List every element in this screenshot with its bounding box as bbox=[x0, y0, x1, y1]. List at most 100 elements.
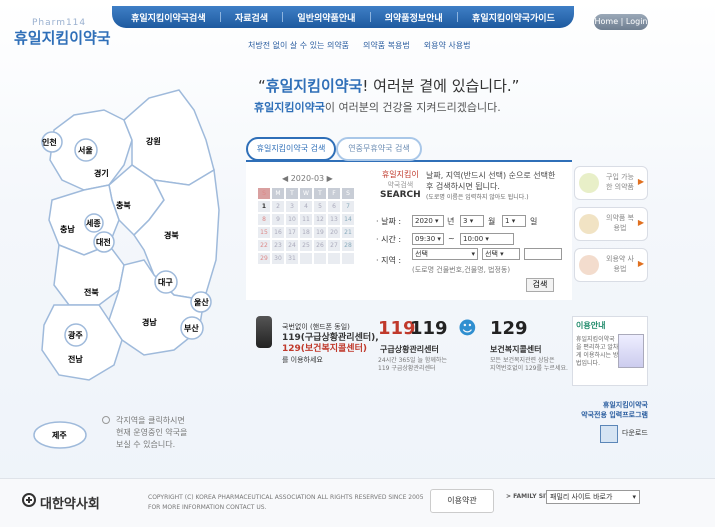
calendar-date[interactable]: 31 bbox=[286, 253, 298, 264]
otc-drugs-label: 구입 가능한 의약품 bbox=[606, 173, 634, 191]
129-logo-icon: ☻ bbox=[458, 318, 477, 339]
calendar-date[interactable]: 21 bbox=[342, 227, 354, 238]
headline-brand: 휴일지킴이약국 bbox=[265, 77, 363, 95]
region-select-1[interactable]: 선택 ▾ bbox=[412, 248, 478, 260]
calendar-date[interactable]: 25 bbox=[300, 240, 312, 251]
chevron-down-icon: ▾ bbox=[471, 250, 475, 258]
119-desc-line: 24시간 365일 늘 함께하는 bbox=[378, 357, 447, 364]
subnav-otc[interactable]: 처방전 없이 살 수 있는 의약품 bbox=[248, 40, 349, 51]
calendar-date[interactable]: 27 bbox=[328, 240, 340, 251]
subnav-external[interactable]: 외용약 사용법 bbox=[424, 40, 471, 51]
calendar-date[interactable]: 18 bbox=[300, 227, 312, 238]
calendar-date[interactable]: 19 bbox=[314, 227, 326, 238]
terms-button[interactable]: 이용약관 bbox=[430, 489, 494, 513]
calendar-date[interactable]: 5 bbox=[314, 201, 326, 212]
external-use-button[interactable]: 외용약 사용법 ▶ bbox=[574, 248, 648, 282]
tab-holiday-search[interactable]: 휴일지킴이약국 검색 bbox=[246, 137, 336, 161]
program-line: 약국전용 입력프로그램 bbox=[581, 411, 648, 419]
calendar-day-header: S bbox=[342, 188, 354, 199]
calendar-date[interactable]: 4 bbox=[300, 201, 312, 212]
family-site-select[interactable]: 패밀리 사이트 바로가 ▾ bbox=[546, 490, 640, 504]
medicine-icon bbox=[579, 214, 599, 234]
calendar-date[interactable]: 14 bbox=[342, 214, 354, 225]
address-hint: (도로명 건물번호,건물명, 법정동) bbox=[412, 266, 511, 274]
calendar-date[interactable]: 29 bbox=[258, 253, 270, 264]
calendar-date[interactable]: 3 bbox=[286, 201, 298, 212]
search-logo-line: 휴일지킴이 bbox=[381, 170, 419, 179]
map-label: 제주 bbox=[52, 430, 67, 440]
dosage-button[interactable]: 의약품 복용법 ▶ bbox=[574, 207, 648, 241]
map-label: 전남 bbox=[68, 354, 83, 364]
ointment-icon bbox=[579, 255, 599, 275]
calendar-day-header: M bbox=[272, 188, 284, 199]
day-select[interactable]: 1 ▾ bbox=[502, 215, 526, 227]
year-unit: 년 bbox=[447, 217, 455, 226]
map-label: 부산 bbox=[184, 323, 199, 333]
calendar-date[interactable]: 30 bbox=[272, 253, 284, 264]
calendar-date[interactable]: 7 bbox=[342, 201, 354, 212]
nav-item-search[interactable]: 휴일지킴이약국검색 bbox=[131, 11, 206, 24]
calendar-day-header: S bbox=[258, 188, 270, 199]
organization-name[interactable]: 대한약사회 bbox=[40, 493, 100, 512]
program-download[interactable]: 휴일지킴이약국 약국전용 입력프로그램 bbox=[580, 400, 648, 420]
calendar-date[interactable]: 9 bbox=[272, 214, 284, 225]
129-title: 보건복지콜센터 bbox=[490, 345, 542, 354]
address-input[interactable] bbox=[524, 248, 562, 260]
calendar-date[interactable]: 23 bbox=[272, 240, 284, 251]
download-icon[interactable] bbox=[600, 425, 618, 443]
calendar-date[interactable]: 1 bbox=[258, 201, 270, 212]
calendar-date[interactable]: 8 bbox=[258, 214, 270, 225]
usage-guide-desc: 휴일지킴이약국을 편리하고 알차게 이용하시는 방법입니다. bbox=[576, 336, 619, 367]
headline-quote: “ bbox=[258, 77, 266, 95]
nav-divider bbox=[282, 12, 284, 22]
calendar-date[interactable]: 10 bbox=[286, 214, 298, 225]
calendar-date[interactable]: 11 bbox=[300, 214, 312, 225]
day-value: 1 bbox=[505, 217, 510, 225]
calendar-date[interactable]: 2 bbox=[272, 201, 284, 212]
calendar-date[interactable]: 28 bbox=[342, 240, 354, 251]
region-select-2[interactable]: 선택 ▾ bbox=[482, 248, 520, 260]
map-label: 강원 bbox=[146, 136, 161, 146]
subnav-dosage[interactable]: 의약품 복용법 bbox=[363, 40, 410, 51]
calendar-date[interactable]: 15 bbox=[258, 227, 270, 238]
day-unit: 일 bbox=[530, 217, 538, 226]
search-button[interactable]: 검색 bbox=[526, 278, 554, 292]
calendar-day-header: T bbox=[314, 188, 326, 199]
calendar-date[interactable]: 13 bbox=[328, 214, 340, 225]
calendar-date[interactable]: 20 bbox=[328, 227, 340, 238]
time-to-select[interactable]: 10:00 ▾ bbox=[460, 233, 514, 245]
calendar-date bbox=[300, 253, 312, 264]
map-label: 전북 bbox=[84, 287, 99, 297]
nav-item-resources[interactable]: 자료검색 bbox=[235, 11, 268, 24]
119-title: 구급상황관리센터 bbox=[380, 345, 439, 354]
nav-divider bbox=[219, 12, 221, 22]
logo[interactable]: 휴일지킴이약국 bbox=[14, 27, 111, 48]
calendar-date[interactable]: 16 bbox=[272, 227, 284, 238]
download-label[interactable]: 다운로드 bbox=[622, 428, 648, 438]
calendar-date[interactable]: 6 bbox=[328, 201, 340, 212]
otc-drugs-button[interactable]: 구입 가능한 의약품 ▶ bbox=[574, 166, 648, 200]
tab-yearround-search[interactable]: 연중무휴약국 검색 bbox=[336, 137, 422, 161]
contact-text[interactable]: FOR MORE INFORMATION CONTACT US. bbox=[148, 503, 424, 513]
calendar-date bbox=[342, 253, 354, 264]
usage-guide-title: 이용안내 bbox=[576, 321, 606, 330]
calendar-date[interactable]: 24 bbox=[286, 240, 298, 251]
calendar-date[interactable]: 12 bbox=[314, 214, 326, 225]
calendar-date[interactable]: 26 bbox=[314, 240, 326, 251]
time-from-select[interactable]: 09:30 ▾ bbox=[412, 233, 444, 245]
month-select[interactable]: 3 ▾ bbox=[460, 215, 484, 227]
calendar-date[interactable]: 17 bbox=[286, 227, 298, 238]
kpa-logo-icon bbox=[22, 493, 36, 507]
nav-divider bbox=[369, 12, 371, 22]
calendar-title[interactable]: ◀ 2020-03 ▶ bbox=[282, 174, 333, 183]
calendar-date[interactable]: 22 bbox=[258, 240, 270, 251]
map-label: 대전 bbox=[96, 237, 111, 247]
calendar-date bbox=[328, 253, 340, 264]
nav-item-drug-info[interactable]: 의약품정보안내 bbox=[385, 11, 443, 24]
nav-item-guide[interactable]: 휴일지킴이약국가이드 bbox=[472, 11, 555, 24]
nav-item-otc-guide[interactable]: 일반의약품안내 bbox=[297, 11, 355, 24]
time-from-value: 09:30 bbox=[415, 235, 436, 243]
map-hint-line: 현재 운영중인 약국을 bbox=[116, 428, 188, 437]
year-select[interactable]: 2020 ▾ bbox=[412, 215, 444, 227]
home-login-button[interactable]: Home | Login bbox=[594, 14, 648, 30]
